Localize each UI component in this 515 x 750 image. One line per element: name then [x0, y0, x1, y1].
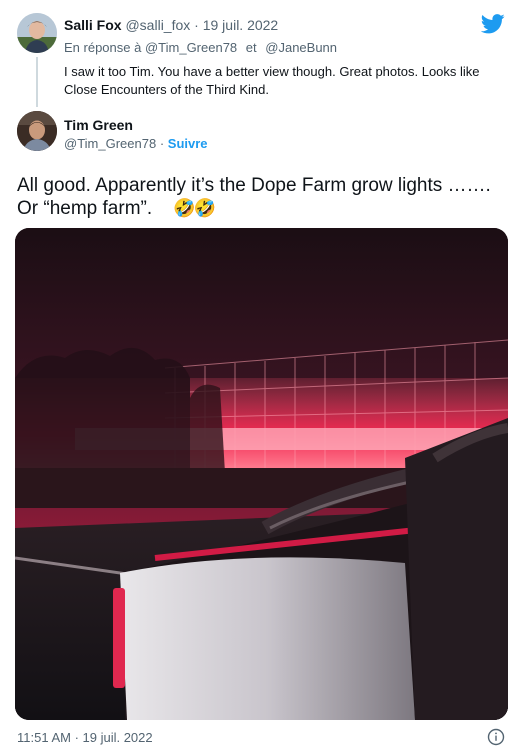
tweet-photo[interactable] — [15, 228, 508, 720]
main-text-line-2: Or “hemp farm”. — [17, 198, 153, 219]
main-author-name[interactable]: Tim Green — [64, 117, 133, 133]
reply-author-line: Salli Fox @salli_fox · 19 juil. 2022 — [64, 17, 278, 33]
reply-separator: · — [194, 17, 199, 33]
follow-button[interactable]: Suivre — [168, 136, 208, 151]
reply-text: I saw it too Tim. You have a better view… — [64, 64, 480, 97]
main-tweet-text: All good. Apparently it’s the Dope Farm … — [17, 174, 507, 220]
avatar-salli-image — [17, 13, 57, 53]
reply-mention-2[interactable]: @JaneBunn — [265, 40, 337, 55]
thread-connector-line — [36, 57, 38, 107]
reply-date[interactable]: 19 juil. 2022 — [203, 17, 279, 33]
reply-mention-1[interactable]: @Tim_Green78 — [145, 40, 237, 55]
avatar-tim-green[interactable] — [17, 111, 57, 151]
laughing-emoji: 🤣🤣 — [173, 198, 216, 218]
main-separator: · — [159, 136, 165, 151]
avatar-tim-image — [17, 111, 57, 151]
main-text-line-2-wrap: Or “hemp farm”. 🤣🤣 — [17, 197, 507, 220]
main-author-handle[interactable]: @Tim_Green78 — [64, 136, 156, 151]
reply-tweet[interactable]: Salli Fox @salli_fox · 19 juil. 2022 En … — [0, 0, 515, 107]
avatar-salli-fox[interactable] — [17, 13, 57, 53]
main-text-line-1: All good. Apparently it’s the Dope Farm … — [17, 175, 491, 196]
reply-prefix: En réponse à — [64, 40, 142, 55]
tweet-timestamp[interactable]: 11:51 AM · 19 juil. 2022 — [17, 730, 153, 745]
reply-author-handle[interactable]: @salli_fox — [125, 17, 190, 33]
info-icon[interactable] — [487, 728, 505, 746]
tweet-embed: Salli Fox @salli_fox · 19 juil. 2022 En … — [0, 0, 515, 750]
reply-conjunction: et — [245, 40, 257, 55]
main-author-handle-line: @Tim_Green78 · Suivre — [64, 136, 208, 151]
photo-greenhouse-red-glow — [15, 228, 508, 720]
reply-author-name[interactable]: Salli Fox — [64, 17, 122, 33]
reply-context: En réponse à @Tim_Green78 et @JaneBunn — [64, 40, 337, 55]
twitter-bird-icon[interactable] — [480, 14, 505, 34]
